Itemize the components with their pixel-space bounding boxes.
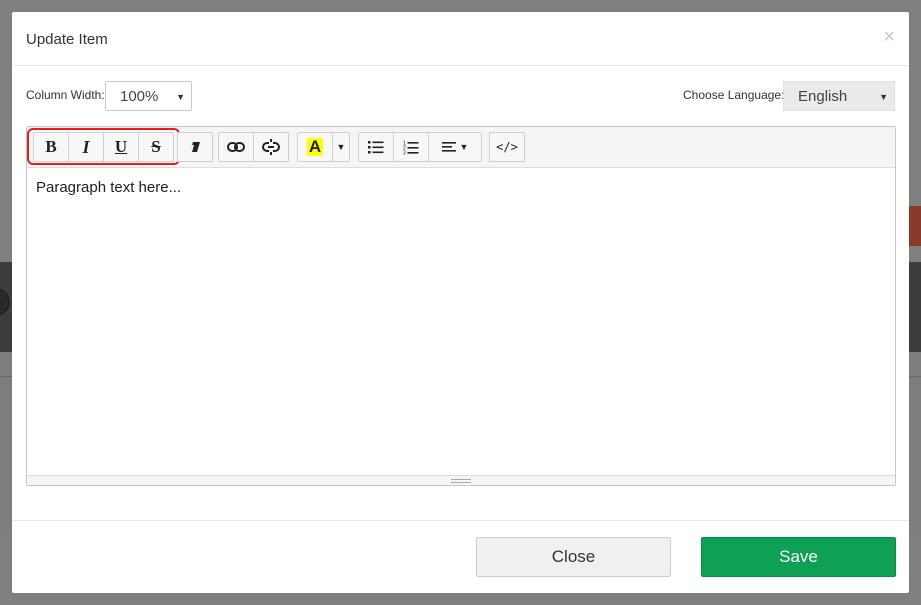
code-icon: </> (496, 140, 518, 154)
clear-format-group (177, 132, 213, 162)
highlight-color-group: A ▼ (297, 132, 350, 162)
modal-title: Update Item (26, 31, 108, 48)
unordered-list-icon (368, 141, 384, 154)
ordered-list-icon: 1 2 3 (403, 140, 419, 155)
editor-content-area[interactable]: Paragraph text here... (27, 169, 895, 475)
language-select[interactable]: English ▼ (783, 81, 895, 111)
rich-text-editor: B I U S A ▼ 1 2 3 ▼ </> Paragraph text h… (26, 126, 896, 486)
paragraph-group: 1 2 3 ▼ (358, 132, 482, 162)
align-icon (441, 142, 456, 152)
column-width-select[interactable]: 100% ▼ (105, 81, 192, 111)
unlink-icon (262, 139, 280, 155)
resize-grip-icon (451, 479, 471, 483)
language-label: Choose Language: (683, 88, 785, 102)
text-highlight-icon: A (306, 137, 324, 156)
caret-down-icon: ▼ (459, 142, 469, 152)
unordered-list-button[interactable] (358, 132, 394, 162)
close-icon[interactable]: × (883, 27, 895, 47)
highlight-color-dropdown[interactable]: ▼ (332, 132, 350, 162)
editor-toolbar: B I U S A ▼ 1 2 3 ▼ </> (27, 127, 895, 168)
editor-content-text: Paragraph text here... (36, 179, 182, 196)
highlight-color-button[interactable]: A (297, 132, 333, 162)
language-value: English (798, 88, 848, 105)
highlight-ring (27, 128, 180, 165)
link-icon (227, 142, 245, 152)
code-view-button[interactable]: </> (489, 132, 525, 162)
caret-down-icon: ▼ (879, 92, 888, 102)
save-button[interactable]: Save (701, 537, 896, 577)
modal-footer-divider (12, 520, 909, 521)
editor-resize-bar[interactable] (27, 475, 895, 485)
code-view-group: </> (489, 132, 525, 162)
update-item-modal: Update Item × Column Width: 100% ▼ Choos… (12, 12, 909, 593)
eraser-icon (190, 142, 200, 152)
caret-down-icon: ▼ (176, 92, 185, 102)
align-dropdown-button[interactable]: ▼ (428, 132, 482, 162)
close-button[interactable]: Close (476, 537, 671, 577)
svg-text:3: 3 (403, 150, 406, 155)
caret-down-icon: ▼ (336, 142, 346, 152)
background-red-element (907, 206, 921, 246)
modal-header: Update Item × (12, 12, 909, 66)
unlink-button[interactable] (253, 132, 289, 162)
link-button[interactable] (218, 132, 254, 162)
column-width-label: Column Width: (26, 88, 105, 102)
options-row: Column Width: 100% ▼ Choose Language: En… (12, 79, 909, 113)
ordered-list-button[interactable]: 1 2 3 (393, 132, 429, 162)
clear-format-button[interactable] (177, 132, 213, 162)
column-width-value: 100% (120, 88, 159, 105)
link-group (218, 132, 289, 162)
